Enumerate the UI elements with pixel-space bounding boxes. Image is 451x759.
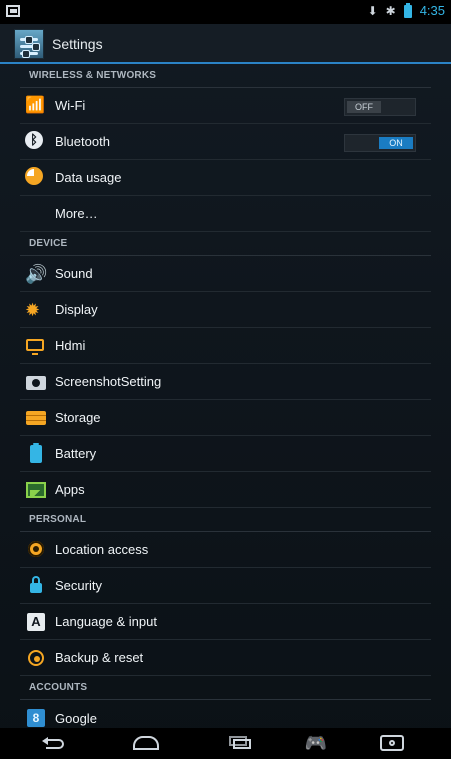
screenshot-button[interactable] (372, 733, 412, 753)
navigation-bar: 🎮 (0, 728, 451, 759)
more-spacer (25, 203, 47, 225)
home-icon (133, 736, 159, 750)
backup-icon (25, 647, 47, 669)
sound-icon: 🔊 (25, 263, 48, 284)
data-usage-icon (25, 166, 47, 189)
screenshot-button-icon (380, 735, 404, 751)
settings-item-display[interactable]: ✹ Display (20, 292, 431, 328)
settings-item-label: Storage (55, 410, 101, 425)
settings-item-google[interactable]: 8 Google (20, 700, 431, 728)
recent-apps-button[interactable] (220, 733, 260, 753)
settings-item-security[interactable]: Security (20, 568, 431, 604)
settings-item-label: Wi-Fi (55, 98, 86, 113)
notification-icon (6, 5, 20, 17)
settings-item-label: Location access (55, 542, 149, 557)
settings-screen: ⬇ ✱ 4:35 Settings WIRELESS & NETWORKS 📶 … (0, 0, 451, 759)
back-button[interactable] (32, 733, 72, 753)
language-icon: A (25, 611, 47, 633)
signal-icon: ✱ (385, 4, 396, 18)
bluetooth-toggle-state: ON (379, 137, 413, 149)
settings-item-label: Display (55, 302, 98, 317)
gamepad-icon: 🎮 (304, 733, 328, 753)
settings-item-more[interactable]: More… (20, 196, 431, 232)
settings-item-label: Sound (55, 266, 93, 281)
section-header-accounts: ACCOUNTS (20, 676, 431, 700)
settings-item-label: More… (55, 206, 98, 221)
section-header-device: DEVICE (20, 232, 431, 256)
battery-icon (403, 2, 412, 18)
battery-icon (25, 442, 47, 465)
settings-item-location[interactable]: Location access (20, 532, 431, 568)
wifi-toggle-state: OFF (347, 101, 381, 113)
bluetooth-icon: ᛒ (25, 130, 47, 153)
wifi-toggle[interactable]: OFF (344, 98, 416, 116)
settings-item-wifi[interactable]: 📶 Wi-Fi OFF (20, 88, 431, 124)
wifi-icon: 📶 (25, 96, 45, 114)
settings-item-battery[interactable]: Battery (20, 436, 431, 472)
settings-item-label: Backup & reset (55, 650, 144, 665)
storage-icon (25, 407, 47, 429)
status-bar: ⬇ ✱ 4:35 (0, 0, 451, 24)
display-icon: ✹ (25, 299, 41, 320)
section-header-personal: PERSONAL (20, 508, 431, 532)
bluetooth-toggle[interactable]: ON (344, 134, 416, 152)
settings-list[interactable]: WIRELESS & NETWORKS 📶 Wi-Fi OFF ᛒ Blueto… (0, 64, 451, 728)
settings-item-label: ScreenshotSetting (55, 374, 162, 389)
settings-item-storage[interactable]: Storage (20, 400, 431, 436)
screenshot-icon (25, 371, 47, 393)
slider-knob-3 (22, 50, 30, 58)
settings-item-backup[interactable]: Backup & reset (20, 640, 431, 676)
back-icon (38, 735, 66, 751)
settings-item-screenshot[interactable]: ScreenshotSetting (20, 364, 431, 400)
action-bar: Settings (0, 24, 451, 64)
settings-item-language[interactable]: A Language & input (20, 604, 431, 640)
settings-item-label: Security (55, 578, 102, 593)
gamepad-button[interactable]: 🎮 (296, 733, 336, 753)
settings-item-bluetooth[interactable]: ᛒ Bluetooth ON (20, 124, 431, 160)
status-time: 4:35 (419, 3, 445, 18)
settings-sliders-icon[interactable] (14, 29, 44, 59)
slider-knob-2 (32, 43, 40, 51)
hdmi-icon (25, 335, 47, 357)
location-icon (25, 539, 47, 561)
section-header-wireless: WIRELESS & NETWORKS (20, 64, 431, 88)
page-title: Settings (52, 36, 103, 52)
settings-item-label: Battery (55, 446, 97, 461)
settings-item-label: Data usage (55, 170, 122, 185)
settings-item-data-usage[interactable]: Data usage (20, 160, 431, 196)
settings-item-label: Bluetooth (55, 134, 110, 149)
settings-item-hdmi[interactable]: Hdmi (20, 328, 431, 364)
settings-item-label: Language & input (55, 614, 157, 629)
settings-item-sound[interactable]: 🔊 Sound (20, 256, 431, 292)
download-icon: ⬇ (367, 4, 378, 18)
settings-item-label: Apps (55, 482, 85, 497)
lock-icon (25, 575, 47, 597)
status-right: ⬇ ✱ 4:35 (367, 2, 445, 18)
settings-item-label: Google (55, 710, 97, 726)
settings-item-label: Hdmi (55, 338, 86, 353)
recent-apps-icon (227, 735, 253, 751)
apps-icon (25, 479, 47, 501)
settings-item-apps[interactable]: Apps (20, 472, 431, 508)
google-icon: 8 (25, 707, 47, 728)
home-button[interactable] (126, 733, 166, 753)
